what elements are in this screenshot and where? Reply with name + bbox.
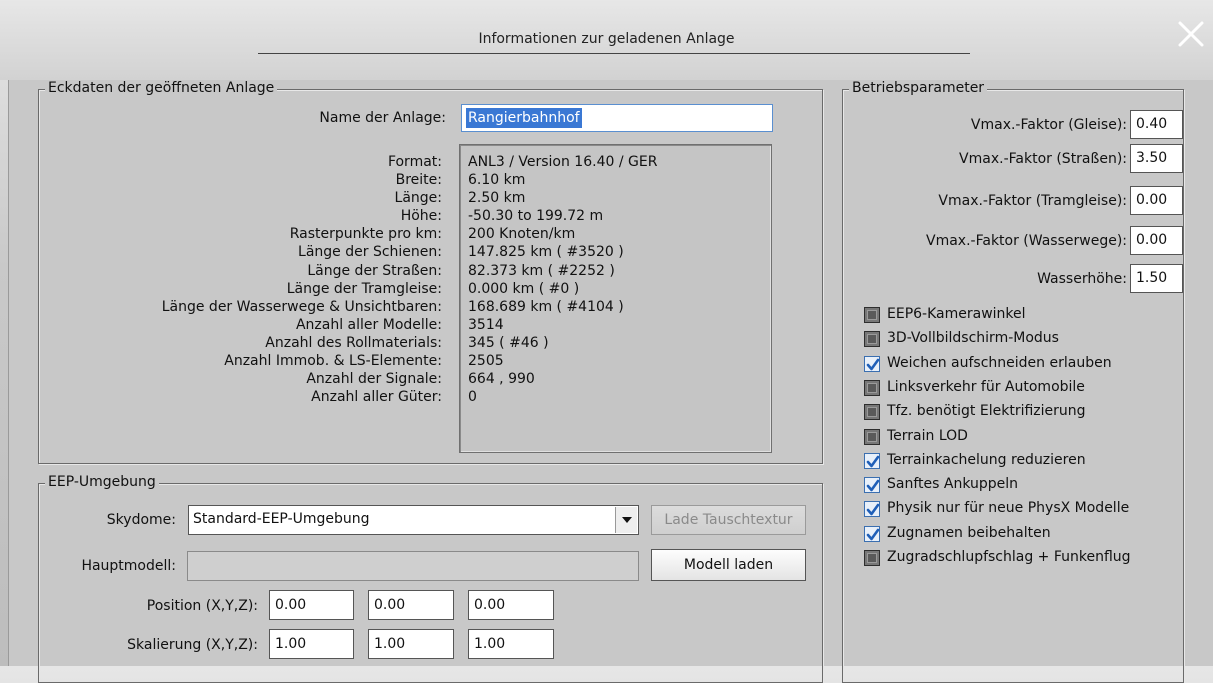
position-y-input[interactable]: 0.00 — [368, 590, 454, 620]
info-row-value: 200 Knoten/km — [468, 226, 576, 243]
info-row-value: 6.10 km — [468, 172, 526, 189]
info-labels: Format: Breite: Länge: Höhe: Rasterpunkte pr… — [0, 153, 442, 406]
modell-laden-button[interactable]: Modell laden — [651, 549, 806, 581]
name-value: Rangierbahnhof — [466, 108, 582, 128]
vmax-wasserwege-input[interactable]: 0.00 — [1130, 226, 1183, 255]
info-row-value: -50.30 to 199.72 m — [468, 208, 604, 225]
param-label: Vmax.-Faktor (Straßen): — [959, 151, 1127, 167]
info-row-label: Breite: — [395, 172, 442, 189]
checkbox-label: EEP6-Kamerawinkel — [887, 306, 1026, 322]
skalierung-label: Skalierung (X,Y,Z): — [127, 637, 258, 653]
info-row-label: Länge der Schienen: — [298, 244, 442, 261]
position-label: Position (X,Y,Z): — [146, 598, 258, 614]
title-bar: Informationen zur geladenen Anlage — [0, 0, 1213, 80]
close-icon[interactable] — [1175, 18, 1207, 50]
info-row-label: Länge der Straßen: — [307, 262, 442, 279]
vmax-strassen-input[interactable]: 3.50 — [1130, 144, 1183, 173]
info-row-label: Höhe: — [400, 208, 442, 225]
checkbox-unchecked[interactable] — [864, 331, 880, 348]
info-values: ANL3 / Version 16.40 / GER 6.10 km 2.50 km… — [468, 153, 657, 406]
info-row-label: Anzahl Immob. & LS-Elemente: — [224, 353, 442, 370]
skalierung-z-input[interactable]: 1.00 — [468, 629, 554, 659]
checkbox-unchecked[interactable] — [864, 379, 880, 396]
info-row-value: ANL3 / Version 16.40 / GER — [468, 154, 658, 170]
info-row-value: 82.373 km ( #2252 ) — [468, 262, 615, 279]
checkbox-checked[interactable] — [864, 477, 880, 494]
lade-tauschtextur-button[interactable]: Lade Tauschtextur — [651, 505, 806, 535]
checkbox-unchecked[interactable] — [864, 550, 880, 566]
info-row-value: 0.000 km ( #0 ) — [468, 280, 580, 297]
param-label: Vmax.-Faktor (Wasserwege): — [926, 233, 1127, 249]
checkbox-label: Linksverkehr für Automobile — [887, 378, 1085, 395]
info-row-value: 2.50 km — [468, 190, 526, 207]
info-row-label: Anzahl der Signale: — [306, 371, 442, 388]
checkbox-label: Zugnamen beibehalten — [887, 524, 1051, 541]
info-row-label: Anzahl aller Modelle: — [295, 316, 442, 333]
vmax-tramgleise-input[interactable]: 0.00 — [1130, 186, 1183, 215]
info-row-value: 664 , 990 — [468, 371, 535, 388]
param-label: Vmax.-Faktor (Gleise): — [970, 117, 1127, 133]
name-input[interactable]: Rangierbahnhof — [461, 104, 773, 132]
checkbox-label: Zugradschlupfschlag + Funkenflug — [887, 549, 1131, 565]
checkbox-checked[interactable] — [864, 525, 880, 542]
window-title: Informationen zur geladenen Anlage — [478, 31, 735, 47]
checkbox-label: 3D-Vollbildschirm-Modus — [887, 330, 1059, 347]
position-z-input[interactable]: 0.00 — [468, 590, 554, 620]
chevron-down-icon[interactable] — [615, 507, 637, 533]
checkbox-unchecked[interactable] — [864, 428, 880, 445]
info-row-value: 0 — [468, 389, 477, 406]
info-row-value: 345 ( #46 ) — [468, 334, 549, 351]
vmax-gleise-input[interactable]: 0.40 — [1130, 110, 1183, 139]
info-row-label: Anzahl aller Güter: — [311, 389, 442, 406]
checkbox-checked[interactable] — [864, 501, 880, 518]
checkbox-checked[interactable] — [864, 452, 880, 469]
info-row-label: Anzahl des Rollmaterials: — [265, 334, 442, 351]
checkbox-unchecked[interactable] — [864, 404, 880, 421]
skalierung-y-input[interactable]: 1.00 — [368, 629, 454, 659]
checkbox-label: Physik nur für neue PhysX Modelle — [887, 500, 1130, 517]
betrieb-legend: Betriebsparameter — [849, 80, 988, 96]
info-row-value: 147.825 km ( #3520 ) — [468, 244, 624, 261]
hauptmodell-label: Hauptmodell: — [81, 558, 176, 574]
skydome-label: Skydome: — [106, 512, 176, 528]
info-row-value: 168.689 km ( #4104 ) — [468, 298, 624, 315]
checkbox-checked[interactable] — [864, 355, 880, 372]
checkbox-unchecked[interactable] — [864, 307, 880, 323]
checkbox-label: Terrainkachelung reduzieren — [887, 451, 1086, 468]
skalierung-x-input[interactable]: 1.00 — [269, 629, 354, 659]
hauptmodell-field — [187, 551, 639, 581]
skydome-value: Standard-EEP-Umgebung — [193, 511, 370, 527]
checkbox-label: Sanftes Ankuppeln — [887, 476, 1019, 493]
checkbox-label: Weichen aufschneiden erlauben — [887, 354, 1112, 371]
info-row-label: Länge der Tramgleise: — [286, 280, 442, 297]
skydome-select[interactable]: Standard-EEP-Umgebung — [188, 505, 639, 535]
info-row-label: Format: — [387, 154, 442, 170]
checkbox-label: Terrain LOD — [887, 427, 968, 444]
param-label: Vmax.-Faktor (Tramgleise): — [938, 193, 1127, 209]
info-row-value: 3514 — [468, 316, 504, 333]
title-underline — [258, 53, 970, 54]
wasserhoehe-input[interactable]: 1.50 — [1130, 264, 1183, 293]
info-row-value: 2505 — [468, 353, 504, 370]
name-label: Name der Anlage: — [319, 110, 446, 126]
info-row-label: Länge: — [394, 190, 442, 207]
umgebung-legend: EEP-Umgebung — [45, 474, 159, 490]
param-label: Wasserhöhe: — [1037, 271, 1127, 287]
info-row-label: Länge der Wasserwege & Unsichtbaren: — [161, 298, 442, 315]
checkbox-label: Tfz. benötigt Elektrifizierung — [887, 403, 1086, 420]
info-row-label: Rasterpunkte pro km: — [289, 226, 442, 243]
eckdaten-legend: Eckdaten der geöffneten Anlage — [45, 80, 278, 96]
position-x-input[interactable]: 0.00 — [269, 590, 354, 620]
